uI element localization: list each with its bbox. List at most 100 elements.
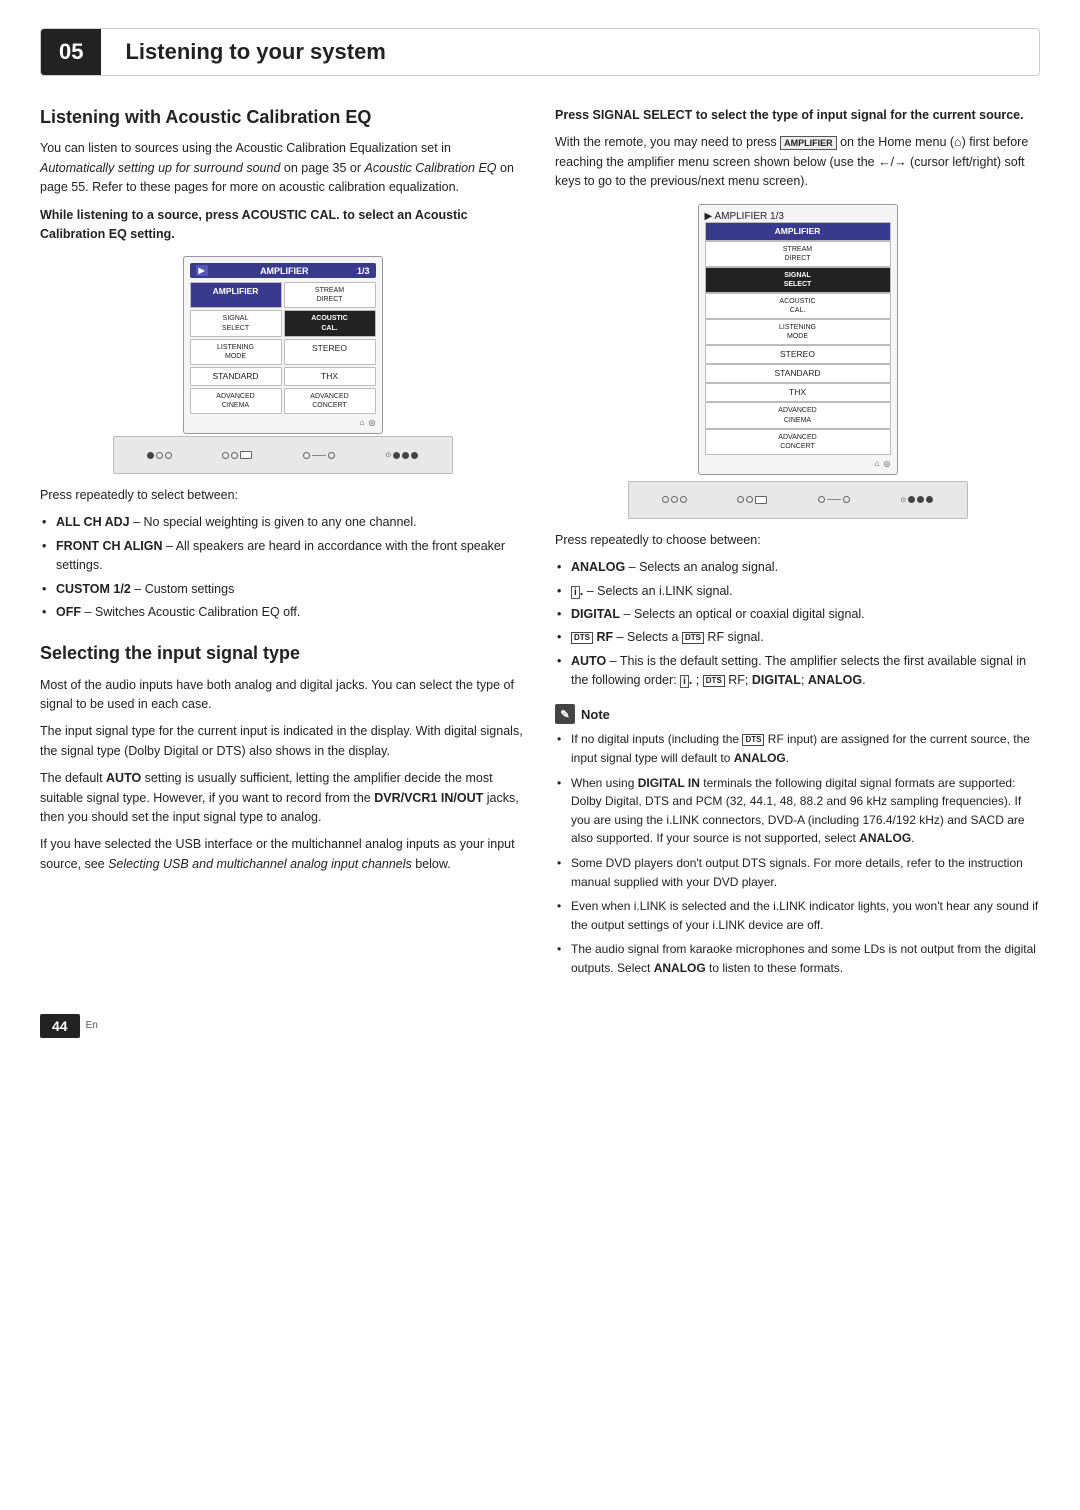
amp-header-label-right: AMPLIFIER <box>714 211 767 222</box>
right-bullet-header: Press SIGNAL SELECT to select the type o… <box>555 106 1040 125</box>
amp-screen-left-wrapper: ▶ AMPLIFIER 1/3 AMPLIFIER STREAMDIRECT S… <box>40 256 525 474</box>
note-header-text: Note <box>581 707 610 722</box>
page-number: 44 <box>40 1014 80 1038</box>
amp-cell-stream-right: STREAMDIRECT <box>705 241 891 267</box>
strip-dot-r1 <box>662 496 669 503</box>
press-text-right: Press repeatedly to choose between: <box>555 531 1040 550</box>
note-list: If no digital inputs (including the DTS … <box>555 730 1040 977</box>
bullet-right-analog: ANALOG – Selects an analog signal. <box>555 558 1040 577</box>
strip-dot-3 <box>165 452 172 459</box>
strip-group-3 <box>303 452 335 459</box>
strip-dot-7 <box>328 452 335 459</box>
amp-screen-left: ▶ AMPLIFIER 1/3 AMPLIFIER STREAMDIRECT S… <box>183 256 383 434</box>
home-icon: ⌂ <box>954 135 962 149</box>
strip-dot-5 <box>231 452 238 459</box>
strip-dot-10 <box>411 452 418 459</box>
amp-strip-right: ⊙ <box>628 481 968 519</box>
amp-strip-left: ⊙ <box>113 436 453 474</box>
strip-rect-1 <box>240 451 252 459</box>
strip-dot-r8 <box>908 496 915 503</box>
chapter-title: Listening to your system <box>101 29 1039 75</box>
amp-grid-left: AMPLIFIER STREAMDIRECT SIGNALSELECT ACOU… <box>190 282 376 414</box>
strip-dot-r5 <box>746 496 753 503</box>
strip-dot-r3 <box>680 496 687 503</box>
note-item-5: The audio signal from karaoke microphone… <box>555 940 1040 977</box>
bullet-left-1: ALL CH ADJ – No special weighting is giv… <box>40 513 525 532</box>
amp-cell-adv-concert-right: ADVANCEDCONCERT <box>705 429 891 455</box>
section1-bullet-header-text: While listening to a source, press ACOUS… <box>40 208 468 241</box>
strip-line-1 <box>312 455 326 456</box>
section2-p3: The default AUTO setting is usually suff… <box>40 769 525 827</box>
strip-knob-icon: ⊙ <box>385 451 391 459</box>
bullet-right-dts-rf: DTS RF – Selects a DTS RF signal. <box>555 628 1040 647</box>
section1-bullet-header: While listening to a source, press ACOUS… <box>40 206 525 245</box>
amp-cell-adv-cinema-right: ADVANCEDCINEMA <box>705 402 891 428</box>
strip-line-r1 <box>827 499 841 500</box>
note-pencil-icon: ✎ <box>555 704 575 724</box>
amplifier-button-label: AMPLIFIER <box>780 136 837 150</box>
strip-group-r1 <box>662 496 687 503</box>
left-column: Listening with Acoustic Calibration EQ Y… <box>40 106 525 984</box>
right-column: Press SIGNAL SELECT to select the type o… <box>555 106 1040 984</box>
section1-intro-para: You can listen to sources using the Acou… <box>40 139 525 197</box>
amp-icon-right: ▶ <box>705 211 713 222</box>
amp-cell-adv-concert-left: ADVANCEDCONCERT <box>284 388 376 414</box>
strip-group-r2 <box>737 496 767 504</box>
amp-icon-left: ▶ <box>196 265 208 276</box>
bullets-left: ALL CH ADJ – No special weighting is giv… <box>40 513 525 622</box>
amp-cell-standard-right: STANDARD <box>705 364 891 383</box>
bullet-right-auto: AUTO – This is the default setting. The … <box>555 652 1040 691</box>
strip-knob-icon-r: ⊙ <box>900 496 906 504</box>
amp-header-page-left: 1/3 <box>357 266 370 276</box>
section1-italic1: Automatically setting up for surround so… <box>40 161 280 175</box>
strip-dot-1 <box>147 452 154 459</box>
amp-cell-listening-left: LISTENINGMODE <box>190 339 282 365</box>
section1-intro-text: You can listen to sources using the Acou… <box>40 141 451 155</box>
amp-cell-thx-right: THX <box>705 383 891 402</box>
note-item-4: Even when i.LINK is selected and the i.L… <box>555 897 1040 934</box>
bullet-right-digital: DIGITAL – Selects an optical or coaxial … <box>555 605 1040 624</box>
note-item-3: Some DVD players don't output DTS signal… <box>555 854 1040 891</box>
section2-title: Selecting the input signal type <box>40 642 525 665</box>
amp-cell-signal-right: SIGNALSELECT <box>705 267 891 293</box>
bullet-left-3: CUSTOM 1/2 – Custom settings <box>40 580 525 599</box>
strip-dot-r10 <box>926 496 933 503</box>
amp-cell-acoustic-right: ACOUSTICCAL. <box>705 293 891 319</box>
strip-dot-9 <box>402 452 409 459</box>
amp-cell-listening-right: LISTENINGMODE <box>705 319 891 345</box>
section1-italic2: Acoustic Calibration EQ <box>365 161 497 175</box>
amp-header-page-right: 1/3 <box>770 211 784 222</box>
section2-p4-end: below. <box>412 857 451 871</box>
page-footer: 44 En <box>40 1014 1040 1038</box>
strip-group-1 <box>147 452 172 459</box>
amp-cell-stream-left: STREAMDIRECT <box>284 282 376 308</box>
strip-group-2 <box>222 451 252 459</box>
bullet-left-4: OFF – Switches Acoustic Calibration EQ o… <box>40 603 525 622</box>
strip-group-4: ⊙ <box>385 451 418 459</box>
strip-dot-2 <box>156 452 163 459</box>
amp-cell-standard-left: STANDARD <box>190 367 282 386</box>
bullets-right: ANALOG – Selects an analog signal. i. – … <box>555 558 1040 690</box>
amp-cell-amplifier-right: AMPLIFIER <box>705 222 891 241</box>
amp-cell-signal-left: SIGNALSELECT <box>190 310 282 336</box>
amp-screen-right: ▶ AMPLIFIER 1/3 AMPLIFIER STREAMDIRECT S… <box>698 204 898 475</box>
page-header: 05 Listening to your system <box>40 28 1040 76</box>
strip-group-r4: ⊙ <box>900 496 933 504</box>
amp-screen-right-wrapper: ▶ AMPLIFIER 1/3 AMPLIFIER STREAMDIRECT S… <box>555 204 1040 519</box>
right-intro-para: With the remote, you may need to press A… <box>555 133 1040 191</box>
amp-cell-adv-cinema-left: ADVANCEDCINEMA <box>190 388 282 414</box>
strip-dot-r9 <box>917 496 924 503</box>
amp-header-right: ▶ AMPLIFIER 1/3 <box>705 211 891 222</box>
section1-title: Listening with Acoustic Calibration EQ <box>40 106 525 129</box>
page-lang: En <box>86 1020 98 1031</box>
press-text-left: Press repeatedly to select between: <box>40 486 525 505</box>
section2-p4: If you have selected the USB interface o… <box>40 835 525 874</box>
strip-rect-r1 <box>755 496 767 504</box>
strip-dot-8 <box>393 452 400 459</box>
strip-dot-r2 <box>671 496 678 503</box>
amp-cell-thx-left: THX <box>284 367 376 386</box>
amp-header-left: ▶ AMPLIFIER 1/3 <box>190 263 376 278</box>
amp-cell-acoustic-left: ACOUSTICCAL. <box>284 310 376 336</box>
section2-p4-italic: Selecting USB and multichannel analog in… <box>108 857 412 871</box>
amp-cell-stereo-left: STEREO <box>284 339 376 365</box>
